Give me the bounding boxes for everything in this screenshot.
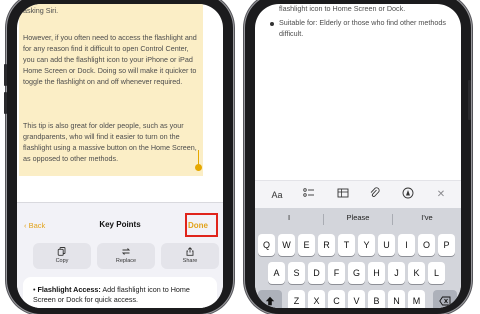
key[interactable]: O xyxy=(418,234,435,256)
note-line: flashlight icon to Home Screen or Dock. xyxy=(279,4,406,13)
note-paragraph: This tip is also great for older people,… xyxy=(23,121,197,164)
key[interactable]: A xyxy=(268,262,285,284)
left-screen: asking Siri. However, if you often need … xyxy=(17,4,223,308)
key-point-heading: Flashlight Access: xyxy=(37,285,101,294)
checklist-icon[interactable] xyxy=(301,187,317,203)
close-icon[interactable]: ✕ xyxy=(433,187,449,203)
volume-down-button xyxy=(4,92,7,114)
key[interactable]: S xyxy=(288,262,305,284)
copy-button[interactable]: Copy xyxy=(33,243,91,269)
right-phone: flashlight icon to Home Screen or Dock. … xyxy=(245,0,471,314)
annotation-highlight-box xyxy=(185,213,218,237)
table-icon[interactable] xyxy=(335,187,351,203)
note-bullet-text: Suitable for: Elderly or those who find … xyxy=(279,18,447,38)
keyboard: I Please I've Q W E R T Y U I O P A S D … xyxy=(255,208,461,308)
key[interactable]: P xyxy=(438,234,455,256)
delete-key[interactable] xyxy=(433,290,457,308)
shift-icon xyxy=(265,296,275,306)
key[interactable]: N xyxy=(388,290,405,308)
prediction-suggestion[interactable]: Please xyxy=(324,213,392,222)
key[interactable]: J xyxy=(388,262,405,284)
key[interactable]: U xyxy=(378,234,395,256)
key[interactable]: V xyxy=(348,290,365,308)
key[interactable]: X xyxy=(308,290,325,308)
shift-key[interactable] xyxy=(258,290,282,308)
key[interactable]: K xyxy=(408,262,425,284)
bullet-point xyxy=(270,22,274,26)
key[interactable]: L xyxy=(428,262,445,284)
share-icon xyxy=(186,247,194,256)
share-label: Share xyxy=(182,258,198,264)
left-phone: asking Siri. However, if you often need … xyxy=(4,0,233,314)
key[interactable]: Z xyxy=(288,290,305,308)
key[interactable]: I xyxy=(398,234,415,256)
paperclip-icon[interactable] xyxy=(367,187,383,203)
key[interactable]: C xyxy=(328,290,345,308)
replace-button[interactable]: Replace xyxy=(97,243,155,269)
selection-handle[interactable] xyxy=(195,164,202,171)
copy-icon xyxy=(57,247,66,256)
key[interactable]: B xyxy=(368,290,385,308)
key[interactable]: H xyxy=(368,262,385,284)
key[interactable]: D xyxy=(308,262,325,284)
prediction-suggestion[interactable]: I xyxy=(255,213,323,222)
key[interactable]: W xyxy=(278,234,295,256)
text-format-icon[interactable]: Aa xyxy=(269,187,285,203)
key[interactable]: M xyxy=(408,290,425,308)
right-screen: flashlight icon to Home Screen or Dock. … xyxy=(255,4,461,308)
format-toolbar: Aa ✕ xyxy=(255,180,461,209)
key[interactable]: Q xyxy=(258,234,275,256)
key[interactable]: G xyxy=(348,262,365,284)
key-point-item: • Flashlight Access: Add flashlight icon… xyxy=(33,285,190,304)
delete-icon xyxy=(439,296,451,306)
share-button[interactable]: Share xyxy=(161,243,219,269)
key-points-result: • Flashlight Access: Add flashlight icon… xyxy=(23,277,217,308)
key[interactable]: R xyxy=(318,234,335,256)
power-button xyxy=(468,80,471,120)
key[interactable]: E xyxy=(298,234,315,256)
key[interactable]: T xyxy=(338,234,355,256)
prediction-suggestion[interactable]: I've xyxy=(393,213,461,222)
key[interactable]: Y xyxy=(358,234,375,256)
writing-tools-sheet: ‹ Back Key Points Done Copy Replace Shar… xyxy=(17,202,223,308)
replace-label: Replace xyxy=(115,258,137,264)
volume-up-button xyxy=(4,64,7,86)
note-paragraph: However, if you often need to access the… xyxy=(23,33,197,87)
note-paragraph: asking Siri. xyxy=(23,6,59,15)
replace-icon xyxy=(121,248,131,255)
key[interactable]: F xyxy=(328,262,345,284)
markup-pen-icon[interactable] xyxy=(400,187,416,203)
copy-label: Copy xyxy=(55,258,69,264)
